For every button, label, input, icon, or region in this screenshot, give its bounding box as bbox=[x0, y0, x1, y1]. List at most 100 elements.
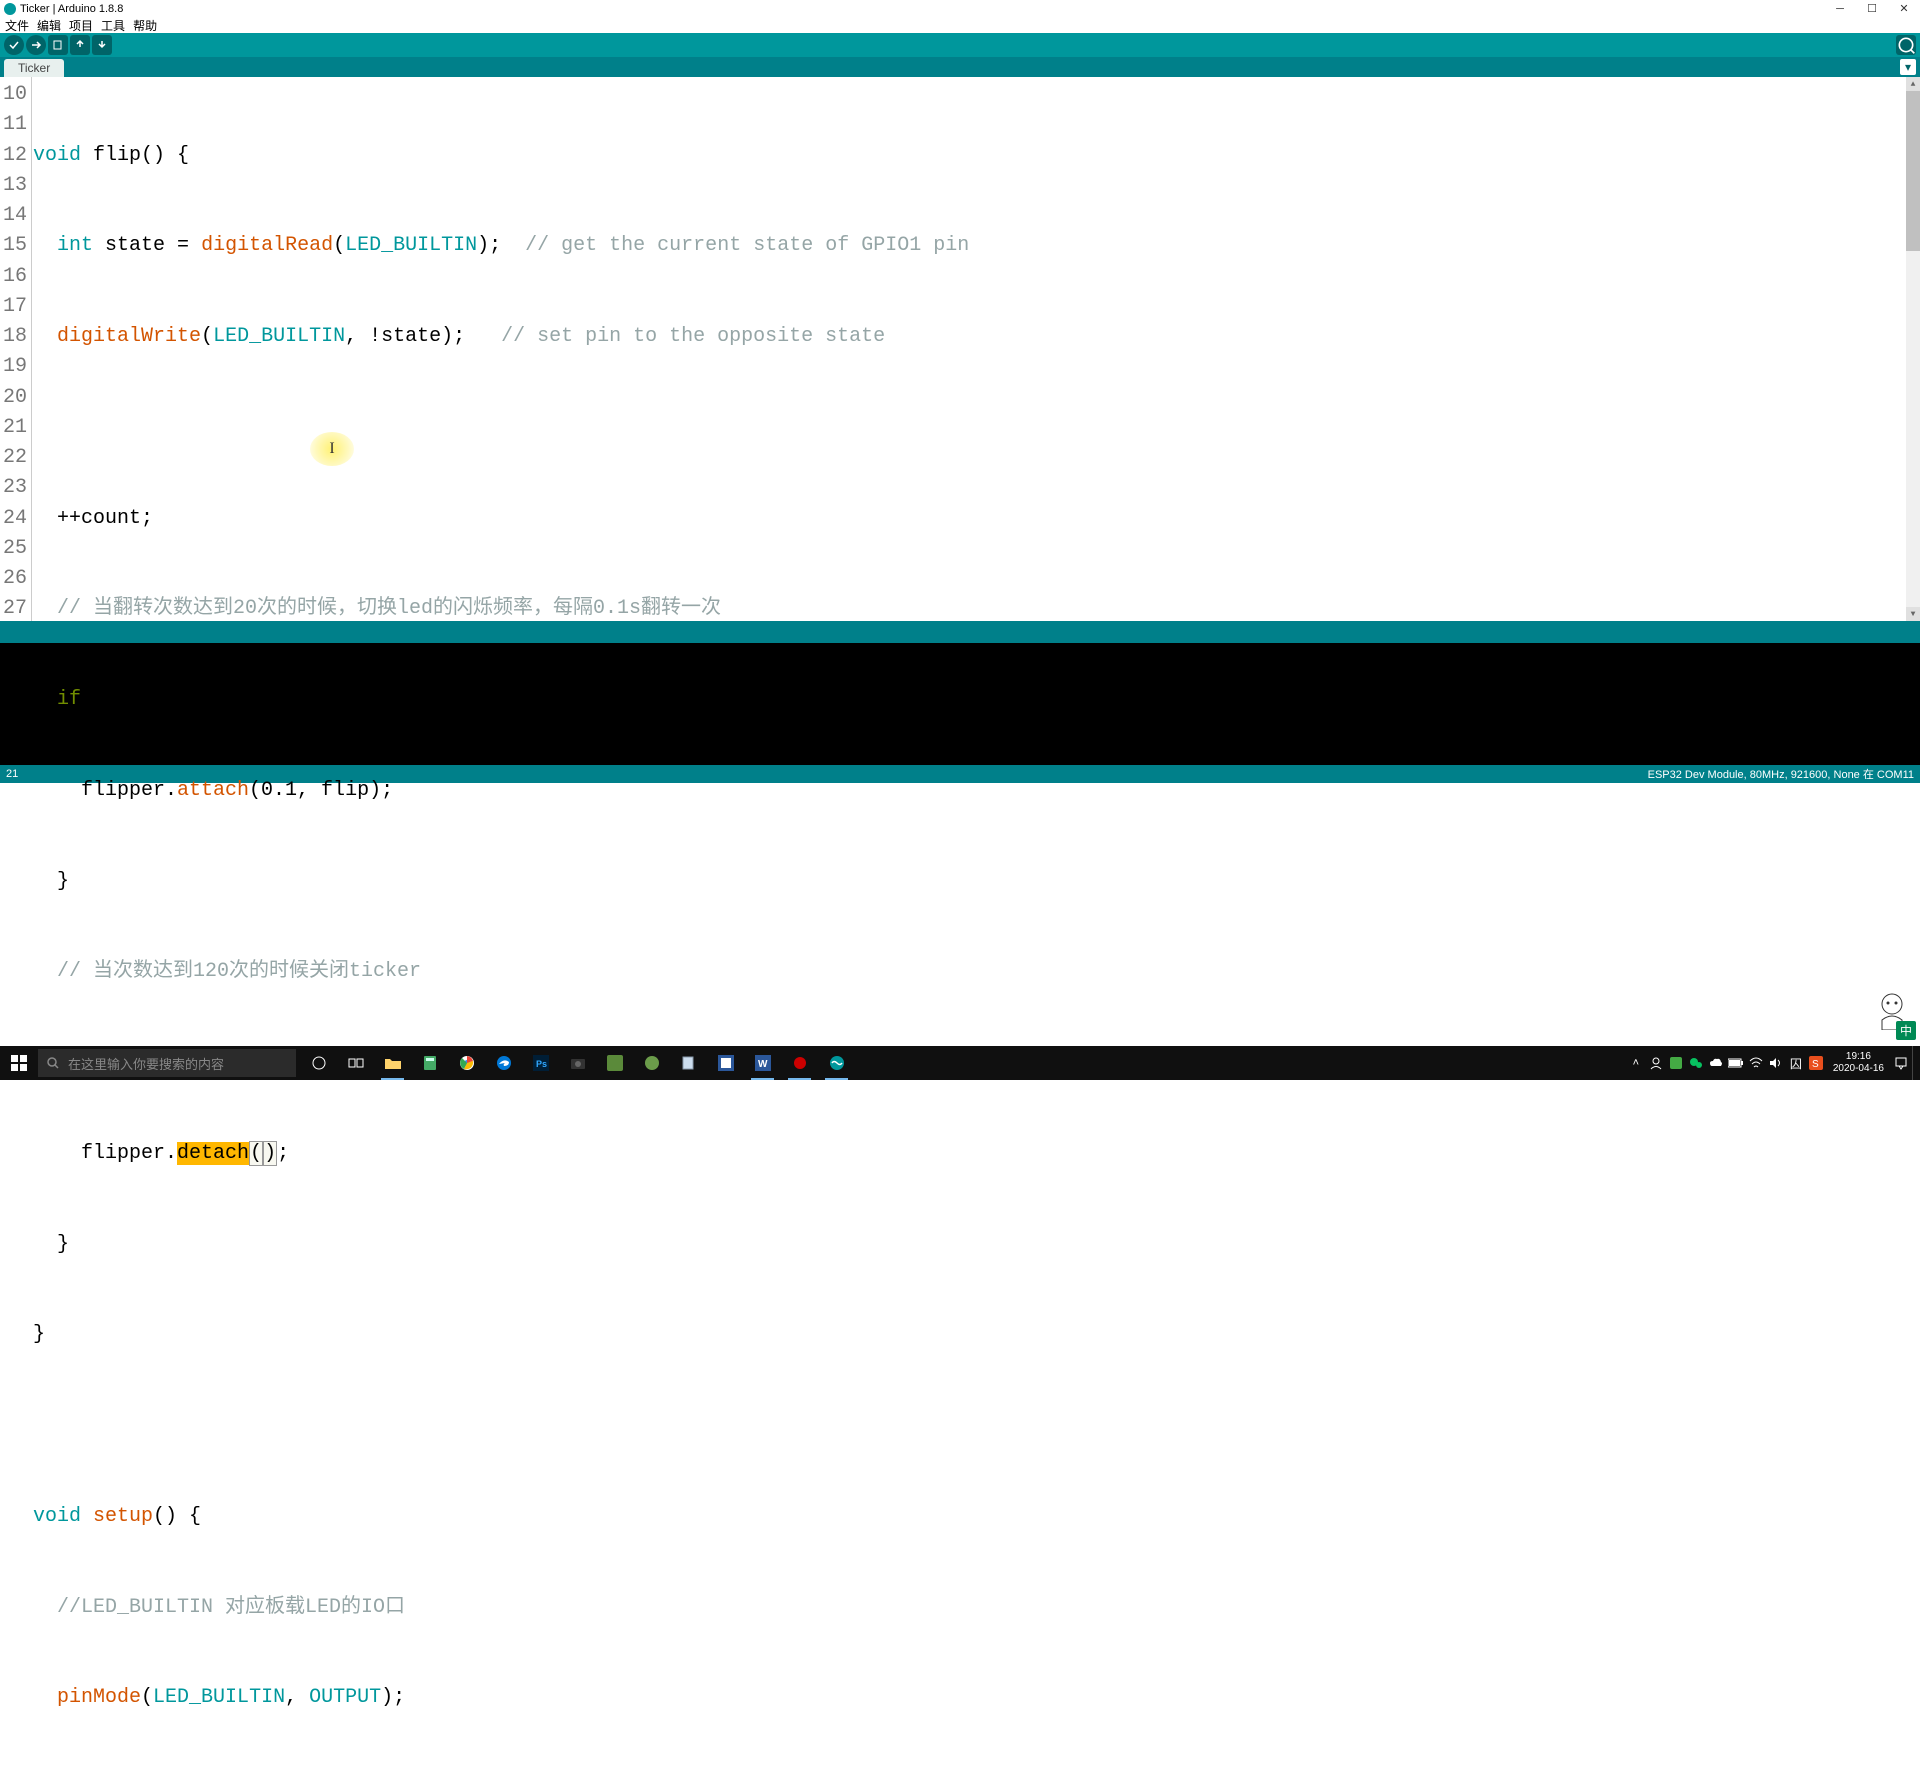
code-area[interactable]: void flip() { int state = digitalRead(LE… bbox=[32, 77, 1906, 621]
line-number: 10 bbox=[0, 80, 27, 110]
function: setup bbox=[93, 1505, 153, 1528]
line-number: 20 bbox=[0, 383, 27, 413]
tray-ime-icon[interactable]: 囚 bbox=[1787, 1046, 1805, 1080]
cortana-icon[interactable] bbox=[300, 1046, 337, 1080]
line-number: 22 bbox=[0, 443, 27, 473]
upload-button[interactable] bbox=[26, 35, 46, 55]
taskbar-explorer-icon[interactable] bbox=[374, 1046, 411, 1080]
toolbar bbox=[0, 33, 1920, 57]
tray-chevron-icon[interactable]: ˄ bbox=[1627, 1046, 1645, 1080]
show-desktop-button[interactable] bbox=[1912, 1046, 1918, 1080]
windows-taskbar: 在这里输入你要搜索的内容 Ps W ˄ 囚 S 19:16 2020-04-16 bbox=[0, 1046, 1920, 1080]
editor-scrollbar[interactable]: ▲ ▼ bbox=[1906, 77, 1920, 621]
taskbar-record-icon[interactable] bbox=[781, 1046, 818, 1080]
keyword: void bbox=[33, 144, 81, 167]
comment: // 当翻转次数达到20次的时候，切换led的闪烁频率，每隔0.1s翻转一次 bbox=[57, 597, 721, 620]
taskbar-app1-icon[interactable] bbox=[596, 1046, 633, 1080]
line-number: 24 bbox=[0, 504, 27, 534]
menu-sketch[interactable]: 项目 bbox=[66, 17, 96, 34]
tray-notifications-icon[interactable] bbox=[1892, 1046, 1910, 1080]
tray-time: 19:16 bbox=[1846, 1051, 1871, 1063]
function: attach bbox=[177, 779, 249, 802]
line-number: 19 bbox=[0, 352, 27, 382]
taskbar-calculator-icon[interactable] bbox=[411, 1046, 448, 1080]
maximize-button[interactable]: ☐ bbox=[1856, 0, 1888, 17]
tray-people-icon[interactable] bbox=[1647, 1046, 1665, 1080]
tray-volume-icon[interactable] bbox=[1767, 1046, 1785, 1080]
tray-app-icon[interactable] bbox=[1667, 1046, 1685, 1080]
keyword: void bbox=[33, 1505, 81, 1528]
start-button[interactable] bbox=[0, 1046, 38, 1080]
tray-wifi-icon[interactable] bbox=[1747, 1046, 1765, 1080]
taskbar-app2-icon[interactable] bbox=[633, 1046, 670, 1080]
taskbar-app3-icon[interactable] bbox=[707, 1046, 744, 1080]
line-number: 15 bbox=[0, 231, 27, 261]
line-number: 12 bbox=[0, 141, 27, 171]
serial-monitor-button[interactable] bbox=[1896, 35, 1916, 55]
function: pinMode bbox=[57, 1686, 141, 1709]
line-number: 26 bbox=[0, 564, 27, 594]
taskbar-notepad-icon[interactable] bbox=[670, 1046, 707, 1080]
close-button[interactable]: ✕ bbox=[1888, 0, 1920, 17]
line-number: 18 bbox=[0, 322, 27, 352]
matched-bracket: ( bbox=[249, 1141, 263, 1166]
matched-bracket: ) bbox=[263, 1141, 277, 1166]
constant: OUTPUT bbox=[309, 1686, 381, 1709]
function: digitalWrite bbox=[57, 325, 201, 348]
tray-clock[interactable]: 19:16 2020-04-16 bbox=[1827, 1051, 1890, 1075]
comment: //LED_BUILTIN 对应板载LED的IO口 bbox=[57, 1596, 405, 1619]
tray-battery-icon[interactable] bbox=[1727, 1046, 1745, 1080]
tray-date: 2020-04-16 bbox=[1833, 1063, 1884, 1075]
window-title: Ticker | Arduino 1.8.8 bbox=[20, 3, 123, 15]
open-button[interactable] bbox=[70, 35, 90, 55]
task-view-icon[interactable] bbox=[337, 1046, 374, 1080]
ime-indicator[interactable]: 中 bbox=[1896, 1021, 1916, 1040]
status-line-number: 21 bbox=[6, 768, 18, 780]
line-number: 27 bbox=[0, 594, 27, 624]
code-editor[interactable]: 101112131415161718192021222324252627 voi… bbox=[0, 77, 1920, 621]
line-number: 11 bbox=[0, 110, 27, 140]
save-button[interactable] bbox=[92, 35, 112, 55]
search-placeholder: 在这里输入你要搜索的内容 bbox=[68, 1054, 224, 1073]
tray-cloud-icon[interactable] bbox=[1707, 1046, 1725, 1080]
selected-text: detach bbox=[177, 1142, 249, 1165]
taskbar-word-icon[interactable]: W bbox=[744, 1046, 781, 1080]
svg-text:W: W bbox=[758, 1059, 768, 1070]
tab-ticker[interactable]: Ticker bbox=[4, 59, 64, 77]
taskbar-search[interactable]: 在这里输入你要搜索的内容 bbox=[38, 1049, 296, 1077]
tray-sogou-icon[interactable]: S bbox=[1807, 1046, 1825, 1080]
menu-file[interactable]: 文件 bbox=[2, 17, 32, 34]
comment: // set pin to the opposite state bbox=[501, 325, 885, 348]
menu-bar: 文件 编辑 项目 工具 帮助 bbox=[0, 17, 1920, 33]
scroll-down-icon[interactable]: ▼ bbox=[1906, 607, 1920, 621]
taskbar-edge-icon[interactable] bbox=[485, 1046, 522, 1080]
taskbar-photoshop-icon[interactable]: Ps bbox=[522, 1046, 559, 1080]
menu-tools[interactable]: 工具 bbox=[98, 17, 128, 34]
line-number: 13 bbox=[0, 171, 27, 201]
line-number: 25 bbox=[0, 534, 27, 564]
keyword: int bbox=[57, 234, 93, 257]
line-gutter: 101112131415161718192021222324252627 bbox=[0, 77, 32, 621]
scroll-up-icon[interactable]: ▲ bbox=[1906, 77, 1920, 91]
menu-help[interactable]: 帮助 bbox=[130, 17, 160, 34]
function: digitalRead bbox=[201, 234, 333, 257]
taskbar-arduino-icon[interactable] bbox=[818, 1046, 855, 1080]
tray-wechat-icon[interactable] bbox=[1687, 1046, 1705, 1080]
comment: // 当次数达到120次的时候关闭ticker bbox=[57, 960, 421, 983]
system-tray: ˄ 囚 S 19:16 2020-04-16 bbox=[1627, 1046, 1920, 1080]
verify-button[interactable] bbox=[4, 35, 24, 55]
taskbar-chrome-icon[interactable] bbox=[448, 1046, 485, 1080]
constant: LED_BUILTIN bbox=[153, 1686, 285, 1709]
taskbar-camera-icon[interactable] bbox=[559, 1046, 596, 1080]
minimize-button[interactable]: ─ bbox=[1824, 0, 1856, 17]
menu-edit[interactable]: 编辑 bbox=[34, 17, 64, 34]
scroll-thumb[interactable] bbox=[1906, 91, 1920, 251]
arduino-logo-icon bbox=[4, 3, 16, 15]
line-number: 17 bbox=[0, 292, 27, 322]
constant: LED_BUILTIN bbox=[345, 234, 477, 257]
new-button[interactable] bbox=[48, 35, 68, 55]
tab-bar: Ticker ▾ bbox=[0, 57, 1920, 77]
search-icon bbox=[46, 1056, 60, 1070]
window-titlebar: Ticker | Arduino 1.8.8 ─ ☐ ✕ bbox=[0, 0, 1920, 17]
tab-dropdown-button[interactable]: ▾ bbox=[1900, 59, 1916, 75]
